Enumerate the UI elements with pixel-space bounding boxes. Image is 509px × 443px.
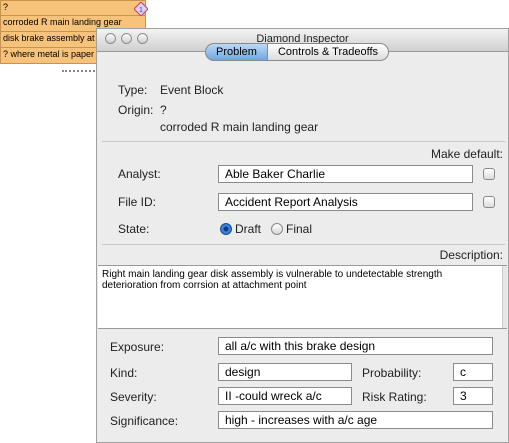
significance-field[interactable]: high - increases with a/c age [218,411,493,429]
diamond-marker-icon[interactable]: 1 [134,2,148,16]
probability-field[interactable]: c [453,363,493,381]
probability-label: Probability: [362,366,422,380]
exposure-label: Exposure: [110,340,165,354]
risk-panel: Exposure: all a/c with this brake design… [98,29,507,429]
significance-label: Significance: [110,414,179,428]
event-block-line: ? [3,2,9,12]
risk-rating-label: Risk Rating: [362,390,427,404]
event-block-line: corroded R main landing gear [3,17,122,27]
severity-field[interactable]: II -could wreck a/c [218,387,352,405]
event-block-line: ? where metal is paper th [3,49,105,59]
exposure-field[interactable]: all a/c with this brake design [218,337,493,355]
divider [1,15,145,16]
diamond-inspector-window: Diamond Inspector Problem Controls & Tra… [96,28,509,443]
kind-label: Kind: [110,366,138,380]
kind-field[interactable]: design [218,363,352,381]
severity-label: Severity: [110,390,157,404]
diamond-number: 1 [139,7,143,14]
connector-line [62,64,98,72]
event-block-line: disk brake assembly at ? [3,33,103,43]
risk-rating-field[interactable]: 3 [453,387,493,405]
